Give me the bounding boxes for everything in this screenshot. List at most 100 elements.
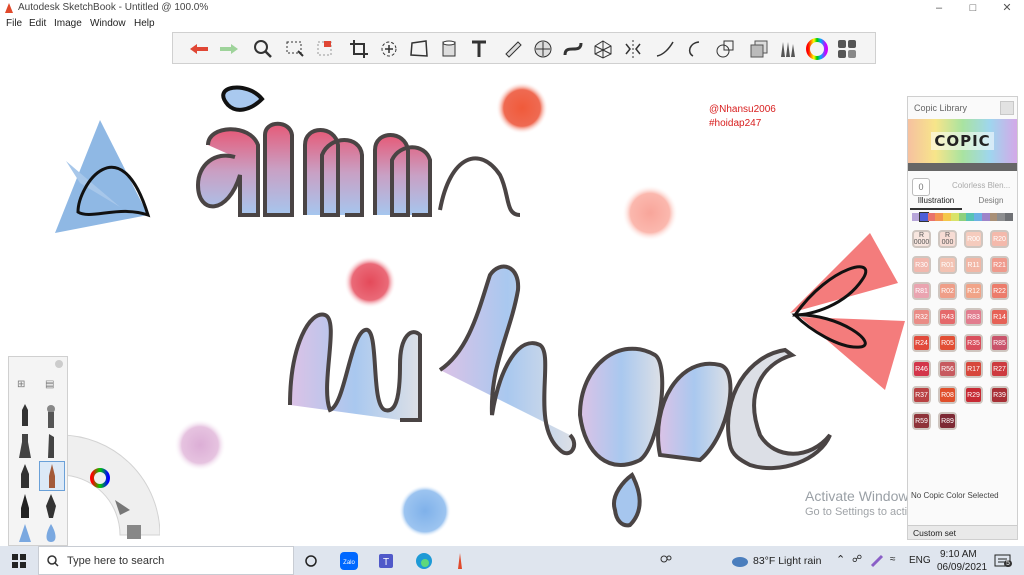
ellipse-guide-icon[interactable] [531,37,555,61]
select-rect-icon[interactable] [283,37,307,61]
weather-text[interactable]: 83°F Light rain [753,555,821,567]
copic-swatch[interactable]: R83 [964,308,983,326]
copic-swatch[interactable]: R00 [964,230,983,248]
clock-time[interactable]: 9:10 AM [940,549,977,560]
copic-swatch[interactable]: R56 [938,360,957,378]
french-curve-icon[interactable] [561,37,585,61]
clock-date[interactable]: 06/09/2021 [937,562,987,573]
menu-file[interactable]: File [6,18,22,29]
menu-image[interactable]: Image [54,18,82,29]
copic-swatch[interactable]: R35 [964,334,983,352]
minimize-button[interactable]: – [922,0,956,17]
windows-start-icon[interactable] [8,550,30,572]
copic-library-icon[interactable] [835,37,859,61]
copic-swatch[interactable]: R39 [990,386,1009,404]
hue-segment[interactable] [958,213,967,221]
menu-edit[interactable]: Edit [29,18,46,29]
copic-swatch[interactable]: R 000 [938,230,957,248]
redo-icon[interactable] [217,37,241,61]
water-brush-icon[interactable] [41,521,61,547]
copic-swatch[interactable]: R22 [990,282,1009,300]
perspective-icon[interactable] [591,37,615,61]
hue-segment[interactable] [981,213,990,221]
hue-segment[interactable] [950,213,959,221]
copic-panel-close-button[interactable] [1000,101,1014,115]
tab-design[interactable]: Design [968,194,1014,208]
brush-library-icon[interactable] [775,37,799,61]
copic-swatch[interactable]: R01 [938,256,957,274]
close-button[interactable]: ✕ [990,0,1024,17]
wifi-icon[interactable]: ≈ [890,554,896,565]
weather-cloud-icon[interactable] [729,550,751,572]
copic-swatch[interactable]: R85 [990,334,1009,352]
copic-swatch[interactable]: R02 [938,282,957,300]
copic-swatch[interactable]: R17 [964,360,983,378]
copic-swatch[interactable]: R14 [990,308,1009,326]
shape-icon[interactable] [713,37,737,61]
hue-segment[interactable] [943,213,951,221]
zalo-icon[interactable]: Zalo [338,550,360,572]
copic-swatch[interactable]: R27 [990,360,1009,378]
undo-icon[interactable] [187,37,211,61]
hue-segment[interactable] [989,213,998,221]
nib-pen-icon[interactable] [41,493,61,519]
task-view-icon[interactable] [300,550,322,572]
copic-swatch[interactable]: R89 [938,412,957,430]
brush-settings-icon[interactable]: ⊞ [17,379,25,390]
ruler-icon[interactable] [501,37,525,61]
copic-swatch[interactable]: R81 [912,282,931,300]
notification-center-icon[interactable]: 5 [992,550,1014,572]
lasso-select-icon[interactable] [313,37,337,61]
tab-illustration[interactable]: Illustration [910,194,962,210]
distort-icon[interactable] [407,37,431,61]
hue-family-bar[interactable] [912,212,1013,222]
layers-icon[interactable] [747,37,771,61]
copic-swatch[interactable]: R11 [964,256,983,274]
copic-swatch[interactable]: R21 [990,256,1009,274]
copic-swatch[interactable]: R59 [912,412,931,430]
predictive-stroke-icon[interactable] [683,37,707,61]
sketchbook-taskbar-icon[interactable] [449,550,471,572]
color-wheel-icon[interactable] [805,37,829,61]
custom-set-bar[interactable]: Custom set [908,525,1017,539]
taskbar-search-box[interactable]: Type here to search [38,546,294,575]
symmetry-icon[interactable] [621,37,645,61]
language-indicator[interactable]: ENG [909,555,931,566]
crop-icon[interactable] [347,37,371,61]
pen-tray-icon[interactable] [868,550,886,572]
marker-brush-icon[interactable] [15,433,35,459]
copic-swatch[interactable]: R32 [912,308,931,326]
teams-icon[interactable]: T [376,550,398,572]
copic-swatch[interactable]: R20 [990,230,1009,248]
hue-segment[interactable] [927,213,936,221]
inking-pen-icon[interactable] [15,493,35,519]
zoom-icon[interactable] [251,37,275,61]
maximize-button[interactable]: □ [956,0,990,17]
copic-swatch[interactable]: R08 [938,386,957,404]
menu-help[interactable]: Help [134,18,155,29]
selected-brush-icon[interactable] [39,461,65,491]
copic-swatch[interactable]: R37 [912,386,931,404]
fill-icon[interactable] [437,37,461,61]
hue-segment[interactable] [966,213,975,221]
airbrush-icon[interactable] [41,403,61,429]
edge-icon[interactable] [413,550,435,572]
copic-swatch[interactable]: R24 [912,334,931,352]
stroke-icon[interactable] [653,37,677,61]
hue-segment[interactable] [1005,213,1013,221]
panel-close-icon[interactable] [55,360,63,368]
copic-swatch[interactable]: R12 [964,282,983,300]
copic-swatch[interactable]: R46 [912,360,931,378]
people-icon[interactable] [655,550,677,572]
text-icon[interactable] [467,37,491,61]
transform-icon[interactable] [377,37,401,61]
copic-swatch[interactable]: R29 [964,386,983,404]
hue-segment[interactable] [912,213,920,221]
hue-segment[interactable] [935,213,944,221]
hue-segment[interactable] [918,212,929,222]
network-icon[interactable]: ☍ [852,554,862,565]
copic-swatch[interactable]: R05 [938,334,957,352]
menu-window[interactable]: Window [90,18,126,29]
copic-swatch[interactable]: R43 [938,308,957,326]
copic-swatch[interactable]: R 0000 [912,230,931,248]
